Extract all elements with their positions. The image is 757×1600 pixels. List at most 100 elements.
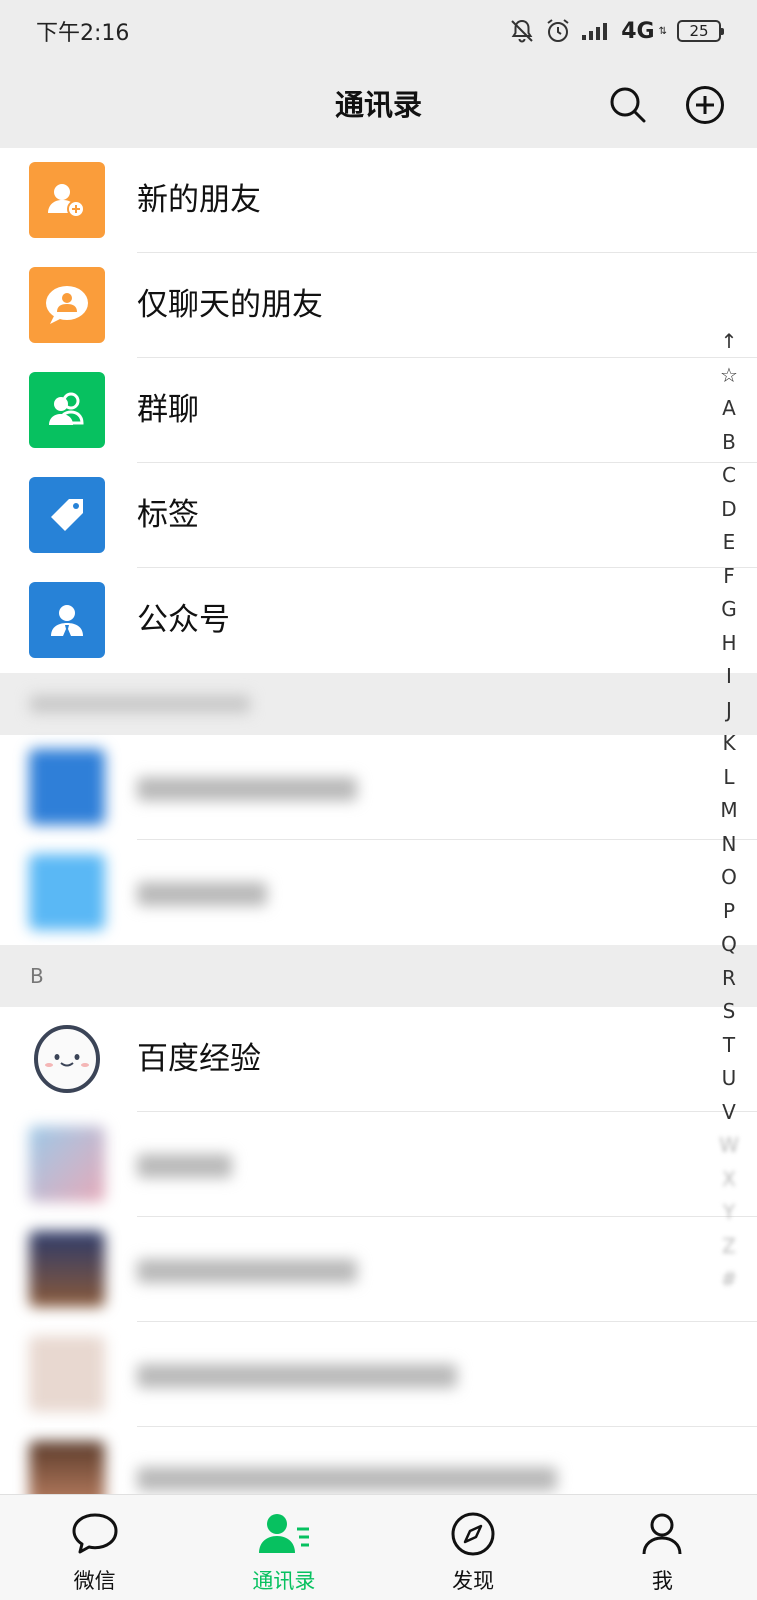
tag-icon [51,499,83,531]
blurred-contact-name [137,1259,357,1283]
blurred-avatar [29,1231,105,1307]
search-button[interactable] [604,81,652,129]
new-friends-icon-box [29,162,105,238]
index-letter-blurred[interactable]: # [721,1263,738,1297]
blurred-contact-row[interactable] [0,1427,757,1494]
blurred-contact-name [137,1364,457,1388]
contacts-icon [258,1514,309,1553]
index-letter[interactable]: P [723,895,735,929]
index-letter[interactable]: R [722,962,736,996]
tab-chats[interactable]: 微信 [0,1495,189,1600]
tags-row[interactable]: 标签 [0,463,757,568]
index-letter[interactable]: ↑ [721,325,738,359]
enterprise-section-header [0,673,757,735]
tags-label: 标签 [137,497,199,533]
plus-circle-icon [686,86,724,124]
official-accounts-label: 公众号 [137,602,230,638]
index-letter[interactable]: L [723,761,734,795]
chat-bubble-icon [72,1513,118,1554]
official-accounts-row[interactable]: 公众号 [0,568,757,673]
blurred-contact-row[interactable] [0,840,757,945]
official-accounts-icon-box [29,582,105,658]
section-header-b: B [0,945,757,1007]
blurred-avatar [29,749,105,825]
index-letter[interactable]: A [722,392,736,426]
index-letter[interactable]: B [722,426,736,460]
add-friend-icon [48,184,85,218]
blurred-contact-name [137,1154,232,1178]
group-chats-row[interactable]: 群聊 [0,358,757,463]
blurred-contact-name [137,777,357,801]
blurred-avatar [29,854,105,930]
index-letter[interactable]: ☆ [720,359,738,393]
battery-icon: 25 [677,20,724,42]
network-type: 4G [621,18,655,44]
tab-label: 我 [651,1569,673,1593]
index-letter[interactable]: D [721,493,736,527]
new-friends-label: 新的朋友 [137,182,261,218]
index-letter[interactable]: O [721,861,737,895]
index-letter[interactable]: K [722,727,735,761]
signal-icon [581,20,611,42]
mute-bell-icon [509,18,535,44]
index-letter[interactable]: U [722,1062,737,1096]
status-bar: 下午2:16 4G ⇅ 25 [0,0,757,62]
index-letter[interactable]: F [723,560,735,594]
chat-only-friends-label: 仅聊天的朋友 [137,287,323,323]
blurred-contact-name [137,882,267,906]
tab-me[interactable]: 我 [568,1495,757,1600]
status-icons: 4G ⇅ 25 [509,18,724,44]
tab-contacts[interactable]: 通讯录 [189,1495,378,1600]
person-icon [642,1513,682,1555]
battery-level: 25 [689,22,709,40]
index-letter[interactable]: H [721,627,736,661]
index-letter[interactable]: N [722,828,737,862]
avatar [29,1021,105,1097]
index-letter[interactable]: V [722,1096,736,1130]
index-letter[interactable]: J [726,694,732,728]
index-letter[interactable]: I [726,660,732,694]
index-letter[interactable]: E [723,526,736,560]
index-letter[interactable]: G [721,593,737,627]
group-chats-label: 群聊 [137,392,199,428]
blurred-avatar [29,1441,105,1494]
alarm-icon [545,18,571,44]
index-letter[interactable]: C [722,459,736,493]
index-letter[interactable]: S [723,995,736,1029]
index-letter[interactable]: Q [721,928,737,962]
blurred-contact-row[interactable] [0,1322,757,1427]
index-letter-blurred[interactable]: X [722,1163,736,1197]
chat-only-friends-icon-box [29,267,105,343]
tab-discover[interactable]: 发现 [379,1495,568,1600]
contact-row-baidu-jingyan[interactable]: 百度经验 [0,1007,757,1112]
data-arrows-icon: ⇅ [658,25,667,37]
tab-label: 微信 [73,1569,116,1593]
alphabet-index[interactable]: ↑ ☆ A B C D E F G H I J K L M N O P Q R … [715,325,743,1297]
blurred-contact-row[interactable] [0,735,757,840]
index-letter[interactable]: T [723,1029,735,1063]
index-letter-blurred[interactable]: Z [722,1230,736,1264]
tags-icon-box [29,477,105,553]
chat-only-friends-row[interactable]: 仅聊天的朋友 [0,253,757,358]
status-time: 下午2:16 [36,21,130,46]
blurred-avatar [29,1336,105,1412]
index-letter[interactable]: M [720,794,737,828]
smiley-face-icon [34,1025,100,1093]
compass-icon [451,1512,495,1556]
blurred-contact-name [137,1467,557,1491]
tab-label: 通讯录 [252,1569,316,1593]
search-icon [610,87,646,123]
official-account-icon [51,605,83,636]
index-letter-blurred[interactable]: W [719,1129,739,1163]
blurred-section-title [30,695,250,713]
top-header: 通讯录 [0,62,757,148]
group-chats-icon-box [29,372,105,448]
tab-label: 发现 [452,1569,495,1593]
bottom-tab-bar: 微信 通讯录 发现 我 [0,1494,757,1600]
group-chat-icon [49,392,84,425]
blurred-contact-row[interactable] [0,1112,757,1217]
add-button[interactable] [681,81,729,129]
index-letter-blurred[interactable]: Y [723,1196,735,1230]
blurred-contact-row[interactable] [0,1217,757,1322]
new-friends-row[interactable]: 新的朋友 [0,148,757,253]
